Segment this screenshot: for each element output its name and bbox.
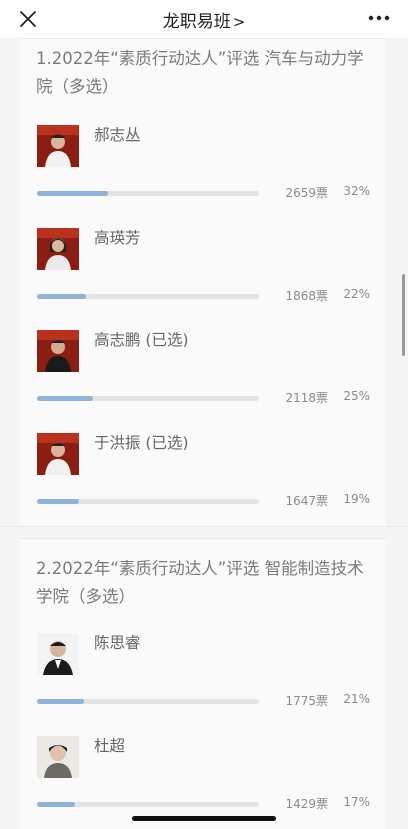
poll-option[interactable]: 高志鹏 (已选) 2118票 25% [20,330,386,430]
more-options-button[interactable] [364,5,394,31]
top-navigation-bar: 龙职易班 > [0,0,408,38]
candidate-name: 高瑛芳 [94,229,141,247]
candidate-photo [37,633,79,675]
candidate-photo [37,330,79,372]
vote-percent: 17% [343,795,370,809]
candidate-name: 于洪振 (已选) [94,434,189,452]
vote-percent: 22% [343,287,370,301]
section-divider [0,526,408,527]
poll-option[interactable]: 高瑛芳 1868票 22% [20,228,386,328]
question-card-1: 1.2022年“素质行动达人”评选 汽车与动力学院（多选） 郝志丛 2659票 … [20,38,386,527]
question-title: 2.2022年“素质行动达人”评选 智能制造技术学院（多选） [36,559,364,606]
vote-percent: 32% [343,184,370,198]
vote-progress-fill [37,699,84,704]
vote-progress-track [37,802,259,807]
candidate-name: 陈思睿 [94,634,141,652]
vote-progress-track [37,396,259,401]
chevron-right-icon: > [232,13,246,31]
vote-count: 1775票 [285,694,328,708]
vote-count: 1868票 [285,289,328,303]
poll-option[interactable]: 陈思睿 1775票 21% [20,633,386,733]
vote-progress-track [37,499,259,504]
vote-progress-fill [37,396,93,401]
vote-progress-fill [37,191,109,196]
vote-count: 2118票 [285,391,328,405]
page-title-text: 龙职易班 [162,12,231,32]
poll-option[interactable]: 于洪振 (已选) 1647票 19% [20,433,386,533]
vote-count: 1429票 [285,797,328,811]
vote-progress-track [37,191,259,196]
candidate-photo [37,433,79,475]
home-indicator[interactable] [132,816,276,821]
vote-progress-fill [37,802,75,807]
candidate-photo [37,228,79,270]
question-title: 1.2022年“素质行动达人”评选 汽车与动力学院（多选） [36,49,364,96]
vote-percent: 21% [343,692,370,706]
poll-content[interactable]: 1.2022年“素质行动达人”评选 汽车与动力学院（多选） 郝志丛 2659票 … [0,38,408,829]
vote-count: 2659票 [285,186,328,200]
vote-progress-fill [37,294,86,299]
candidate-name: 高志鹏 (已选) [94,331,189,349]
candidate-photo [37,736,79,778]
vote-percent: 19% [343,492,370,506]
vote-count: 1647票 [285,494,328,508]
vote-progress-track [37,294,259,299]
more-dots-icon [368,15,390,21]
vote-progress-track [37,699,259,704]
candidate-name: 杜超 [94,737,126,755]
vote-percent: 25% [343,389,370,403]
candidate-name: 郝志丛 [94,126,141,144]
poll-option[interactable]: 郝志丛 2659票 32% [20,125,386,225]
page-title[interactable]: 龙职易班 > [0,7,408,32]
candidate-photo [37,125,79,167]
scrollbar[interactable] [402,274,405,356]
vote-progress-fill [37,499,80,504]
question-card-2: 2.2022年“素质行动达人”评选 智能制造技术学院（多选） 陈思睿 1775票… [20,538,386,829]
